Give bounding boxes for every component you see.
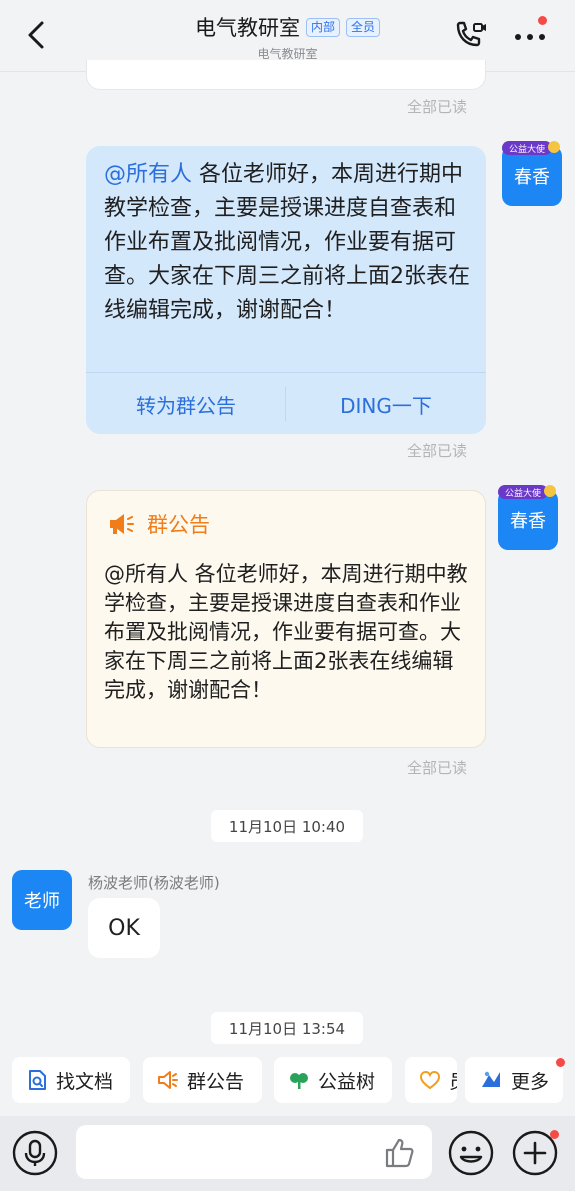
search-doc-icon	[29, 1070, 46, 1090]
charity-tree-button[interactable]: 公益树	[274, 1057, 392, 1103]
timestamp: 11月10日 13:54	[211, 1012, 363, 1044]
mention-all[interactable]: @所有人	[104, 162, 192, 187]
group-notice-label: 群公告	[187, 1070, 245, 1093]
badge-label: 公益大使	[505, 487, 541, 499]
find-doc-button[interactable]: 找文档	[12, 1057, 130, 1103]
message-input[interactable]	[76, 1125, 432, 1179]
avatar[interactable]: 公益大使 春香	[502, 141, 562, 206]
megaphone-icon	[158, 1071, 178, 1089]
more-apps-label: 更多	[511, 1070, 550, 1093]
read-status[interactable]: 全部已读	[407, 440, 467, 461]
all-members-tag: 全员	[346, 17, 381, 37]
timestamp: 11月10日 10:40	[211, 810, 363, 842]
more-apps-button[interactable]: 更多	[465, 1057, 563, 1103]
voice-input-icon[interactable]	[12, 1130, 58, 1176]
heart-icon	[419, 1070, 441, 1090]
group-notice-button[interactable]: 群公告	[143, 1057, 262, 1103]
more-menu-icon[interactable]	[512, 22, 552, 48]
broadcast-message-text: @所有人 各位老师好，本周进行期中教学检查，主要是授课进度自查表和作业布置及批阅…	[104, 158, 474, 328]
previous-message-bubble[interactable]	[86, 60, 486, 90]
input-bar	[0, 1116, 575, 1191]
charity-tree-label: 公益树	[318, 1070, 376, 1093]
ambassador-badge: 公益大使	[502, 141, 560, 155]
ambassador-badge: 公益大使	[498, 485, 556, 499]
read-status[interactable]: 全部已读	[407, 757, 467, 778]
bubble-actions: 转为群公告 DING一下	[86, 372, 486, 434]
notice-header: 群公告	[107, 509, 210, 539]
tree-icon	[290, 1073, 308, 1089]
avatar-text: 春香	[514, 167, 550, 188]
more-apps-icon	[482, 1071, 500, 1087]
title-block: 电气教研室 内部 全员 电气教研室	[0, 12, 575, 62]
ding-button[interactable]: DING一下	[286, 373, 486, 434]
phone-video-icon[interactable]	[452, 18, 488, 52]
badge-label: 公益大使	[509, 143, 545, 155]
add-notification-dot	[550, 1130, 559, 1139]
notice-body: @所有人 各位老师好，本周进行期中教学检查，主要是授课进度自查表和作业布置及批阅…	[104, 562, 468, 702]
staff-label: 员	[449, 1067, 457, 1094]
convert-to-announcement-button[interactable]: 转为群公告	[86, 373, 286, 434]
reply-message-bubble[interactable]: OK	[88, 898, 160, 958]
find-doc-label: 找文档	[56, 1070, 114, 1093]
quick-actions-bar: 找文档 群公告 公益树 员 更多	[0, 1054, 575, 1106]
notice-title: 群公告	[147, 513, 210, 537]
internal-tag: 内部	[305, 17, 340, 37]
more-notification-dot	[538, 16, 547, 25]
more-apps-notification-dot	[556, 1058, 565, 1067]
avatar[interactable]: 公益大使 春香	[498, 485, 558, 550]
avatar[interactable]: 老师	[12, 870, 72, 930]
megaphone-icon	[110, 514, 134, 534]
avatar-text: 老师	[24, 891, 60, 912]
read-status[interactable]: 全部已读	[407, 96, 467, 117]
sender-name[interactable]: 杨波老师(杨波老师)	[88, 872, 220, 893]
avatar-text: 春香	[510, 511, 546, 532]
emoji-icon[interactable]	[448, 1130, 494, 1176]
staff-button[interactable]: 员	[405, 1057, 457, 1103]
thumbs-up-icon[interactable]	[382, 1135, 418, 1171]
chat-title[interactable]: 电气教研室	[195, 12, 300, 42]
